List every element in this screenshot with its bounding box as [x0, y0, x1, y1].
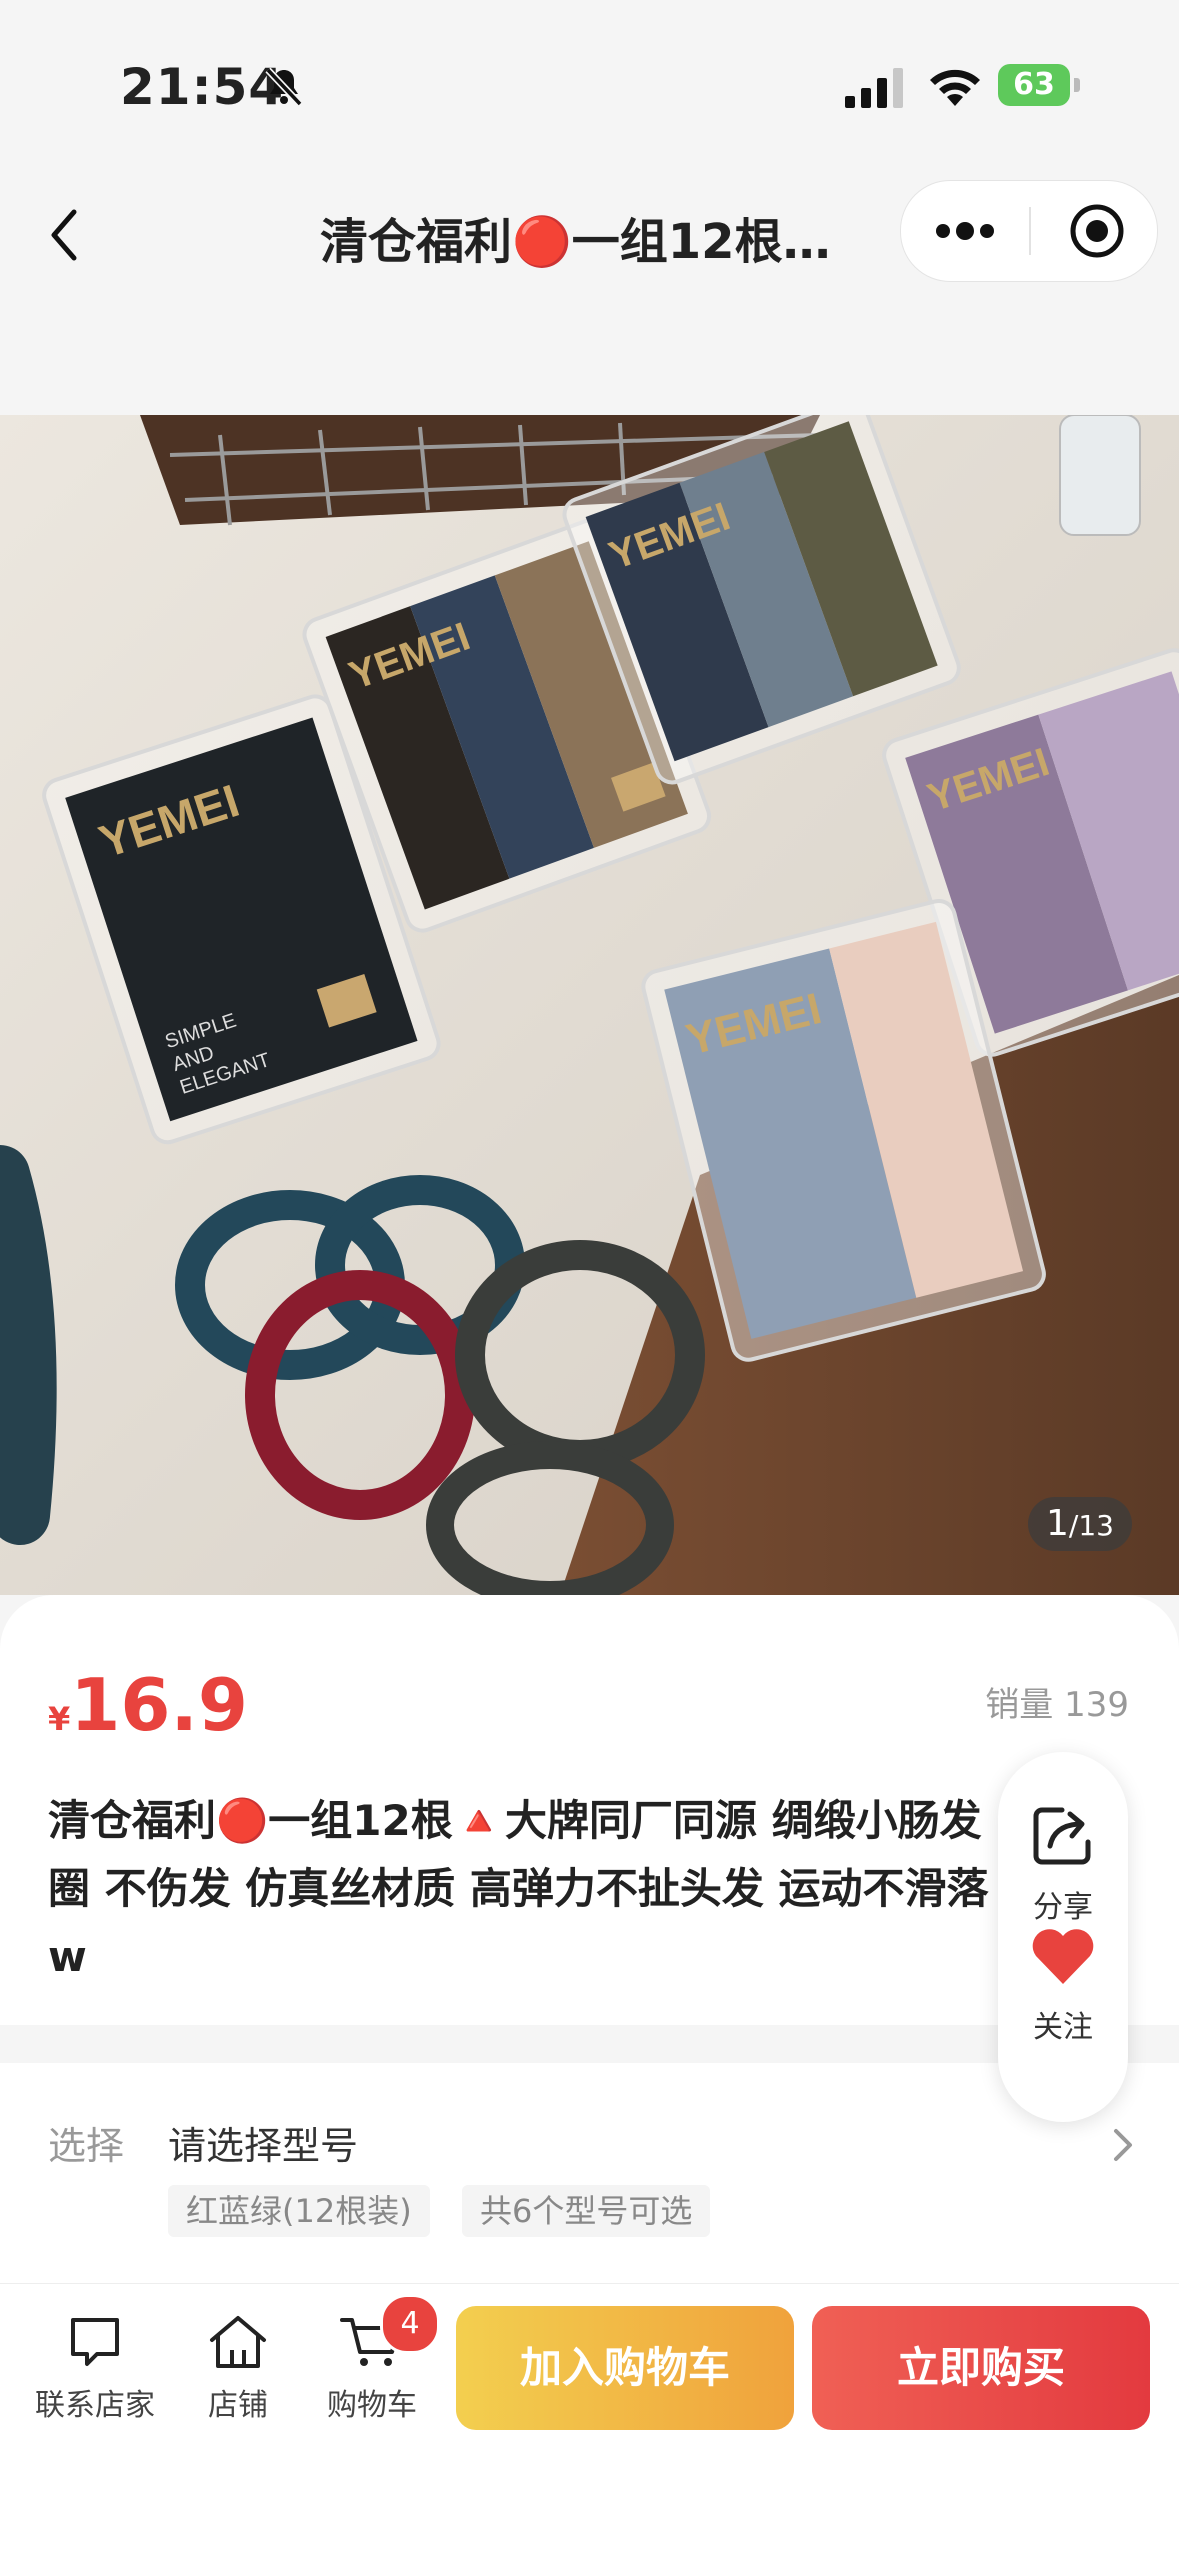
product-price: ¥16.9	[48, 1663, 248, 1747]
contact-label: 联系店家	[35, 2388, 155, 2423]
more-icon[interactable]	[933, 215, 997, 247]
sales-count: 销量 139	[985, 1685, 1129, 1725]
buy-now-button[interactable]: 立即购买	[812, 2306, 1150, 2430]
shop-button[interactable]: 店铺	[188, 2312, 288, 2424]
home-icon	[210, 2316, 266, 2368]
sku-value: 请选择型号	[168, 2124, 359, 2168]
page-title: 清仓福利🔴一组12根…	[320, 214, 831, 270]
contact-shop-button[interactable]: 联系店家	[32, 2312, 158, 2424]
price-value: 16.9	[70, 1663, 248, 1747]
bell-slash-icon	[265, 67, 303, 107]
currency-symbol: ¥	[48, 1700, 71, 1738]
heart-icon[interactable]	[1028, 1924, 1098, 1988]
product-image-gallery[interactable]: YEMEI SIMPLE AND ELEGANT YEMEI YEMEI YEM…	[0, 415, 1179, 1595]
product-photo: YEMEI SIMPLE AND ELEGANT YEMEI YEMEI YEM…	[0, 415, 1179, 1595]
share-label[interactable]: 分享	[998, 1882, 1128, 1926]
share-icon[interactable]	[1028, 1802, 1096, 1870]
battery-charging-icon: 63	[998, 64, 1080, 108]
wifi-icon	[930, 69, 980, 106]
nav-bar: 清仓福利🔴一组12根…	[0, 170, 1179, 415]
image-counter: 1/13	[1028, 1497, 1132, 1551]
sku-selector[interactable]: 选择 请选择型号 红蓝绿(12根装) 共6个型号可选	[0, 2063, 1179, 2283]
bottom-action-bar: 联系店家 店铺 购物车 4 加入购物车 立即购买	[0, 2283, 1179, 2557]
mini-program-capsule	[900, 180, 1158, 282]
status-time: 21:54	[120, 58, 285, 116]
target-icon[interactable]	[1069, 203, 1125, 259]
product-title: 清仓福利🔴一组12根🔺大牌同厂同源 绸缎小肠发圈 不伤发 仿真丝材质 高弹力不扯…	[48, 1796, 989, 1981]
chevron-right-icon	[1114, 2129, 1132, 2161]
floating-actions: 分享 关注	[998, 1752, 1128, 2122]
cart-label: 购物车	[327, 2388, 417, 2423]
sku-tag[interactable]: 共6个型号可选	[462, 2185, 711, 2237]
chat-icon	[71, 2318, 119, 2366]
follow-label[interactable]: 关注	[998, 2002, 1128, 2046]
battery-level: 63	[998, 64, 1070, 106]
back-icon[interactable]	[40, 200, 90, 270]
status-bar: 21:54 63	[0, 0, 1179, 170]
shop-label: 店铺	[208, 2388, 268, 2423]
cart-badge: 4	[380, 2294, 440, 2354]
sku-tag[interactable]: 红蓝绿(12根装)	[168, 2185, 430, 2237]
signal-icon	[845, 68, 903, 108]
sku-label: 选择	[48, 2124, 125, 2168]
add-to-cart-button[interactable]: 加入购物车	[456, 2306, 794, 2430]
